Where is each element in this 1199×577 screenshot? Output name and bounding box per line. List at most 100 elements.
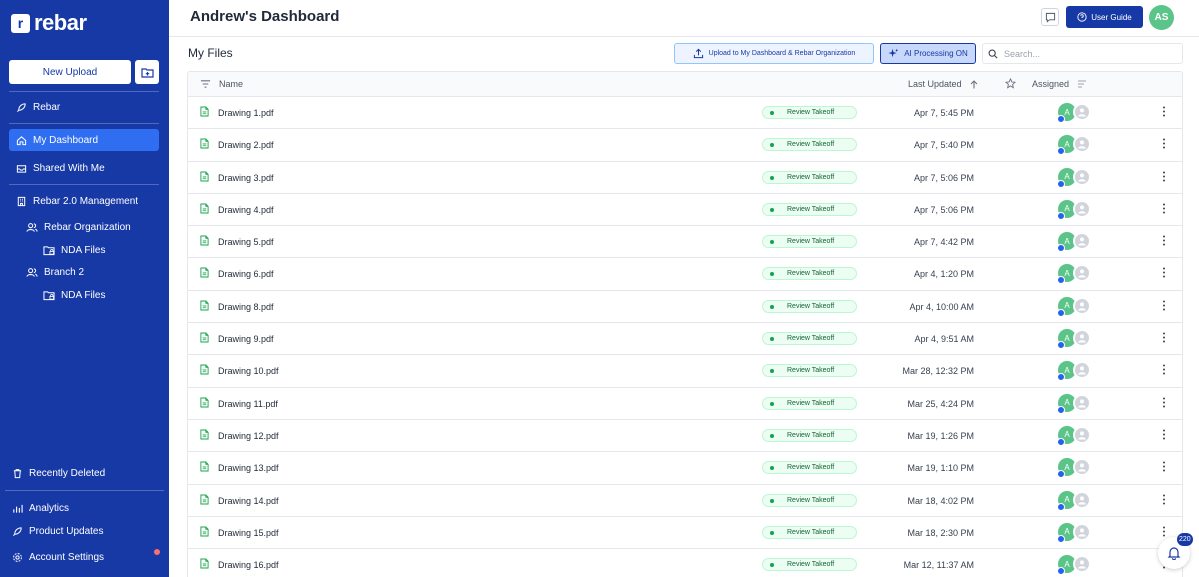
sidebar-item-nda-files-2[interactable]: NDA Files	[36, 284, 159, 306]
sidebar-item-rebar-2-management[interactable]: Rebar 2.0 Management	[9, 190, 159, 212]
file-name[interactable]: Drawing 12.pdf	[218, 431, 279, 441]
user-guide-button[interactable]: User Guide	[1066, 6, 1143, 28]
assignees[interactable]: A	[1057, 361, 1094, 382]
assignees[interactable]: A	[1057, 490, 1094, 511]
table-row[interactable]: Drawing 15.pdf Review Takeoff Mar 18, 2:30…	[188, 517, 1182, 550]
assignees[interactable]: A	[1057, 232, 1094, 253]
assignees[interactable]: A	[1057, 425, 1094, 446]
file-name[interactable]: Drawing 11.pdf	[218, 399, 278, 409]
status-badge[interactable]: Review Takeoff	[762, 332, 857, 346]
status-badge[interactable]: Review Takeoff	[762, 299, 857, 313]
user-avatar[interactable]: AS	[1149, 5, 1174, 30]
column-header-assigned[interactable]: Assigned	[1032, 79, 1087, 89]
table-row[interactable]: Drawing 8.pdf Review Takeoff Apr 4, 10:00 …	[188, 291, 1182, 324]
row-menu-button[interactable]	[1162, 267, 1166, 280]
assignees[interactable]: A	[1057, 167, 1094, 188]
row-menu-button[interactable]	[1162, 203, 1166, 216]
file-name[interactable]: Drawing 2.pdf	[218, 140, 274, 150]
file-name[interactable]: Drawing 1.pdf	[218, 108, 274, 118]
column-header-last-updated[interactable]: Last Updated	[908, 79, 978, 89]
row-menu-button[interactable]	[1162, 429, 1166, 442]
sidebar-item-account-settings[interactable]: Account Settings	[5, 546, 155, 568]
row-menu-button[interactable]	[1162, 494, 1166, 507]
row-menu-button[interactable]	[1162, 364, 1166, 377]
sidebar-item-rebar-organization[interactable]: Rebar Organization	[19, 216, 159, 238]
filter-icon[interactable]	[200, 79, 211, 89]
file-name[interactable]: Drawing 5.pdf	[218, 237, 274, 247]
sidebar-item-branch-2[interactable]: Branch 2	[19, 261, 159, 283]
table-row[interactable]: Drawing 9.pdf Review Takeoff Apr 4, 9:51 A…	[188, 323, 1182, 356]
assignees[interactable]: A	[1057, 199, 1094, 220]
table-row[interactable]: Drawing 13.pdf Review Takeoff Mar 19, 1:10…	[188, 452, 1182, 485]
sidebar-item-product-updates[interactable]: Product Updates	[5, 520, 155, 542]
file-name[interactable]: Drawing 8.pdf	[218, 302, 274, 312]
row-menu-button[interactable]	[1162, 397, 1166, 410]
file-name[interactable]: Drawing 15.pdf	[218, 528, 279, 538]
sidebar-item-shared-with-me[interactable]: Shared With Me	[9, 157, 159, 179]
status-badge[interactable]: Review Takeoff	[762, 138, 857, 152]
status-badge[interactable]: Review Takeoff	[762, 267, 857, 281]
table-row[interactable]: Drawing 6.pdf Review Takeoff Apr 4, 1:20 P…	[188, 258, 1182, 291]
status-badge[interactable]: Review Takeoff	[762, 235, 857, 249]
status-badge[interactable]: Review Takeoff	[762, 558, 857, 572]
status-badge[interactable]: Review Takeoff	[762, 428, 857, 442]
status-badge[interactable]: Review Takeoff	[762, 202, 857, 216]
sidebar-item-recently-deleted[interactable]: Recently Deleted	[5, 462, 155, 484]
status-badge[interactable]: Review Takeoff	[762, 396, 857, 410]
sidebar-item-rebar[interactable]: Rebar	[9, 96, 159, 118]
table-row[interactable]: Drawing 5.pdf Review Takeoff Apr 7, 4:42 P…	[188, 226, 1182, 259]
search-input[interactable]	[1004, 48, 1174, 59]
row-menu-button[interactable]	[1162, 235, 1166, 248]
ai-processing-toggle[interactable]: AI Processing ON	[880, 43, 976, 64]
status-badge[interactable]: Review Takeoff	[762, 364, 857, 378]
assignees[interactable]: A	[1057, 135, 1094, 156]
assignees[interactable]: A	[1057, 264, 1094, 285]
rebar-logo[interactable]: r rebar	[11, 10, 87, 35]
upload-to-dashboard-button[interactable]: Upload to My Dashboard & Rebar Organizat…	[674, 43, 874, 64]
assignees[interactable]: A	[1057, 103, 1094, 123]
row-menu-button[interactable]	[1162, 300, 1166, 313]
new-upload-button[interactable]: New Upload	[9, 60, 131, 84]
file-name[interactable]: Drawing 10.pdf	[218, 366, 279, 376]
table-row[interactable]: Drawing 4.pdf Review Takeoff Apr 7, 5:06 P…	[188, 194, 1182, 227]
table-row[interactable]: Drawing 10.pdf Review Takeoff Mar 28, 12:3…	[188, 355, 1182, 388]
file-name[interactable]: Drawing 13.pdf	[218, 463, 279, 473]
sidebar-item-nda-files-1[interactable]: NDA Files	[36, 239, 159, 261]
feedback-button[interactable]	[1041, 8, 1059, 26]
assignees[interactable]: A	[1057, 329, 1094, 350]
new-folder-button[interactable]	[135, 60, 159, 84]
table-row[interactable]: Drawing 11.pdf Review Takeoff Mar 25, 4:24…	[188, 388, 1182, 420]
file-name[interactable]: Drawing 16.pdf	[218, 560, 279, 570]
row-menu-button[interactable]	[1162, 332, 1166, 345]
file-name[interactable]: Drawing 14.pdf	[218, 496, 279, 506]
row-menu-button[interactable]	[1162, 171, 1166, 184]
table-row[interactable]: Drawing 3.pdf Review Takeoff Apr 7, 5:06 P…	[188, 162, 1182, 194]
table-row[interactable]: Drawing 2.pdf Review Takeoff Apr 7, 5:40 P…	[188, 129, 1182, 162]
assignees[interactable]: A	[1057, 393, 1094, 414]
status-badge[interactable]: Review Takeoff	[762, 525, 857, 539]
assignees[interactable]: A	[1057, 458, 1094, 479]
file-name[interactable]: Drawing 6.pdf	[218, 269, 274, 279]
file-name[interactable]: Drawing 4.pdf	[218, 205, 274, 215]
status-badge[interactable]: Review Takeoff	[762, 461, 857, 475]
file-name[interactable]: Drawing 3.pdf	[218, 173, 274, 183]
status-badge[interactable]: Review Takeoff	[762, 106, 857, 119]
column-header-name[interactable]: Name	[219, 79, 243, 89]
assignees[interactable]: A	[1057, 296, 1094, 317]
assignees[interactable]: A	[1057, 555, 1094, 576]
row-menu-button[interactable]	[1162, 138, 1166, 151]
row-menu-button[interactable]	[1162, 106, 1166, 119]
table-row[interactable]: Drawing 12.pdf Review Takeoff Mar 19, 1:26…	[188, 420, 1182, 453]
sidebar-item-analytics[interactable]: Analytics	[5, 497, 155, 519]
assignees[interactable]: A	[1057, 522, 1094, 543]
star-icon[interactable]	[1005, 78, 1016, 89]
sidebar-item-my-dashboard[interactable]: My Dashboard	[9, 129, 159, 151]
file-name[interactable]: Drawing 9.pdf	[218, 334, 274, 344]
table-row[interactable]: Drawing 14.pdf Review Takeoff Mar 18, 4:02…	[188, 485, 1182, 517]
status-badge[interactable]: Review Takeoff	[762, 493, 857, 507]
row-menu-button[interactable]	[1162, 461, 1166, 474]
status-badge[interactable]: Review Takeoff	[762, 170, 857, 184]
row-menu-button[interactable]	[1162, 526, 1166, 539]
table-row[interactable]: Drawing 1.pdf Review Takeoff Apr 7, 5:45 P…	[188, 97, 1182, 130]
table-row[interactable]: Drawing 16.pdf Review Takeoff Mar 12, 11:3…	[188, 549, 1182, 577]
